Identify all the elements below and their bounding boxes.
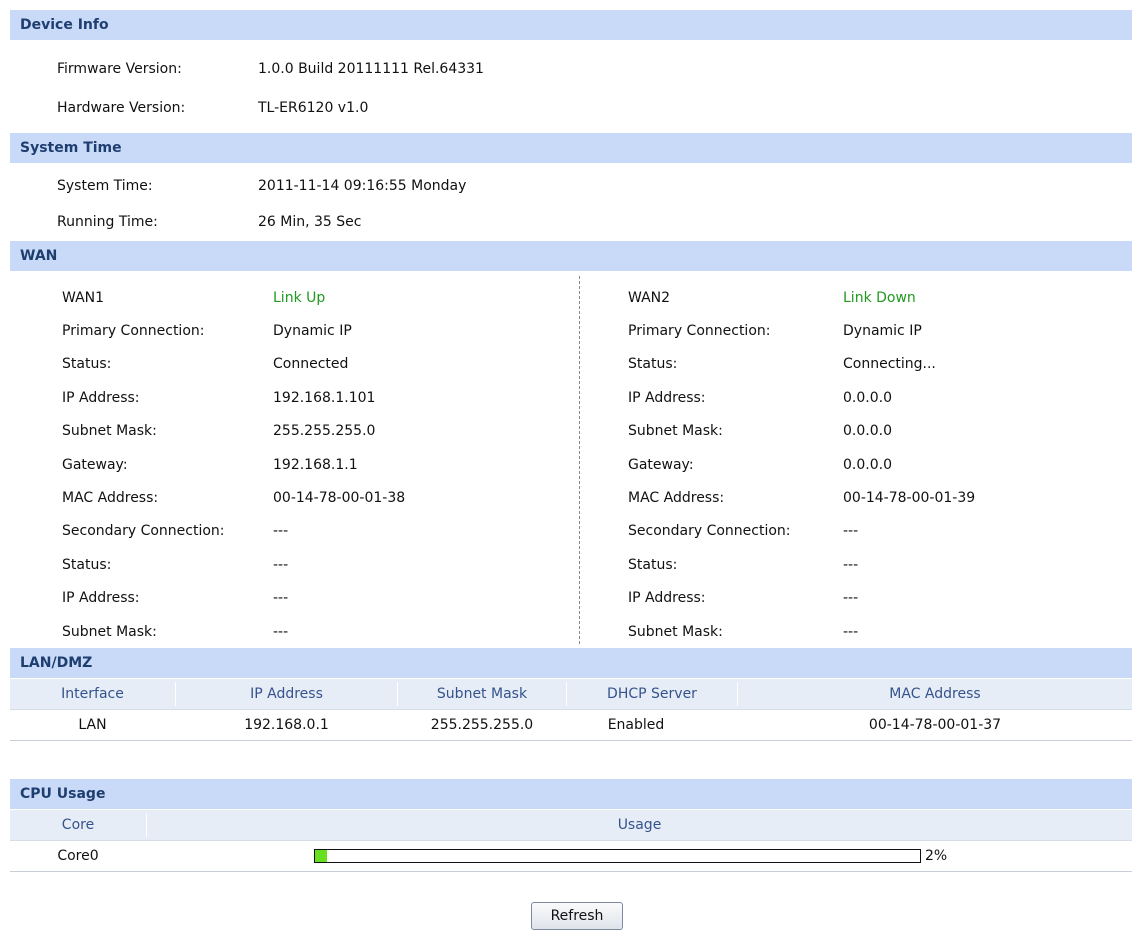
table-row: LAN 192.168.0.1 255.255.255.0 Enabled 00…	[10, 710, 1132, 741]
wan1-field-value: ---	[273, 624, 289, 640]
wan1-field-value: ---	[273, 523, 289, 539]
lan-cell-subnet-mask: 255.255.255.0	[430, 717, 534, 733]
system-time-label: System Time:	[57, 178, 153, 194]
cpu-usage-percent: 2%	[925, 848, 948, 864]
wan2-field-value: 0.0.0.0	[843, 457, 892, 473]
wan1-field-value: 192.168.1.1	[273, 457, 358, 473]
wan2-field-value: ---	[843, 557, 859, 573]
wan1-field-value: 00-14-78-00-01-38	[273, 490, 406, 506]
lan-cell-interface: LAN	[78, 717, 107, 733]
firmware-version-label: Firmware Version:	[57, 61, 182, 77]
wan1-field-value: ---	[273, 557, 289, 573]
device-info-header: Device Info	[10, 10, 1132, 40]
cpu-table-header: Core Usage	[10, 810, 1132, 841]
system-time-value: 2011-11-14 09:16:55 Monday	[258, 178, 467, 194]
wan2-field-value: Dynamic IP	[843, 323, 922, 339]
wan1-field-value: 255.255.255.0	[273, 423, 376, 439]
table-row: Core0 2%	[10, 841, 1132, 872]
wan2-field-value: 0.0.0.0	[843, 423, 892, 439]
wan2-field-label: IP Address:	[628, 590, 706, 606]
wan1-field-label: Subnet Mask:	[62, 624, 157, 640]
lan-col-subnet-mask: Subnet Mask	[436, 686, 528, 702]
wan1-field-value: 192.168.1.101	[273, 390, 376, 406]
wan2-field-label: Gateway:	[628, 457, 694, 473]
wan1-field-label: MAC Address:	[62, 490, 159, 506]
wan1-field-label: Primary Connection:	[62, 323, 205, 339]
wan2-field-label: Primary Connection:	[628, 323, 771, 339]
cpu-usage-header: CPU Usage	[10, 779, 1132, 809]
wan1-field-value: ---	[273, 590, 289, 606]
lan-dmz-header: LAN/DMZ	[10, 648, 1132, 678]
cpu-col-core: Core	[61, 817, 95, 833]
refresh-button[interactable]: Refresh	[531, 902, 623, 930]
wan1-name: WAN1	[62, 290, 105, 306]
lan-col-dhcp-server: DHCP Server	[607, 686, 697, 702]
wan1-field-label: IP Address:	[62, 590, 140, 606]
wan1-field-value: Dynamic IP	[273, 323, 352, 339]
cpu-col-usage: Usage	[617, 817, 662, 833]
wan2-field-label: MAC Address:	[628, 490, 725, 506]
hardware-version-label: Hardware Version:	[57, 100, 186, 116]
wan2-name: WAN2	[628, 290, 671, 306]
wan2-field-value: ---	[843, 590, 859, 606]
wan2-field-label: Status:	[628, 356, 678, 372]
wan2-field-value: ---	[843, 523, 859, 539]
wan1-link-status: Link Up	[273, 290, 326, 306]
lan-cell-mac-address: 00-14-78-00-01-37	[868, 717, 1002, 733]
hardware-version-value: TL-ER6120 v1.0	[258, 100, 369, 116]
wan2-field-label: IP Address:	[628, 390, 706, 406]
lan-cell-ip-address: 192.168.0.1	[244, 717, 329, 733]
lan-table-header: Interface IP Address Subnet Mask DHCP Se…	[10, 679, 1132, 710]
wan2-field-value: 00-14-78-00-01-39	[843, 490, 976, 506]
wan2-field-label: Status:	[628, 557, 678, 573]
wan2-field-label: Secondary Connection:	[628, 523, 791, 539]
lan-cell-dhcp-server: Enabled	[607, 717, 665, 733]
lan-col-mac-address: MAC Address	[889, 686, 981, 702]
wan2-field-value: Connecting...	[843, 356, 936, 372]
wan2-field-label: Subnet Mask:	[628, 423, 723, 439]
wan1-field-label: IP Address:	[62, 390, 140, 406]
firmware-version-value: 1.0.0 Build 20111111 Rel.64331	[258, 61, 484, 77]
cpu-usage-bar	[314, 849, 921, 863]
running-time-value: 26 Min, 35 Sec	[258, 214, 362, 230]
wan1-field-label: Subnet Mask:	[62, 423, 157, 439]
wan1-field-label: Status:	[62, 356, 112, 372]
wan2-field-value: ---	[843, 624, 859, 640]
wan-divider	[579, 276, 580, 644]
wan1-field-label: Gateway:	[62, 457, 128, 473]
wan-header: WAN	[10, 241, 1132, 271]
wan1-field-label: Secondary Connection:	[62, 523, 225, 539]
cpu-core-name: Core0	[57, 848, 99, 864]
system-time-header: System Time	[10, 133, 1132, 163]
wan2-field-label: Subnet Mask:	[628, 624, 723, 640]
wan1-field-label: Status:	[62, 557, 112, 573]
wan2-link-status: Link Down	[843, 290, 916, 306]
lan-col-interface: Interface	[61, 686, 124, 702]
wan1-field-value: Connected	[273, 356, 349, 372]
wan2-field-value: 0.0.0.0	[843, 390, 892, 406]
lan-col-ip-address: IP Address	[250, 686, 323, 702]
running-time-label: Running Time:	[57, 214, 158, 230]
cpu-usage-bar-fill	[315, 850, 327, 862]
